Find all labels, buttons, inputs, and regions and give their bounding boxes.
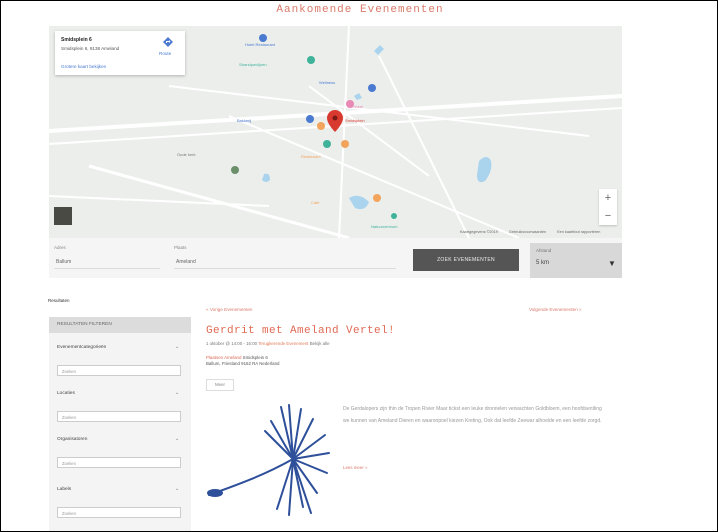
- filter-organizer[interactable]: Organisatoren ⌄: [49, 431, 191, 449]
- poi-marker: [391, 213, 397, 219]
- svg-text:Wellness: Wellness: [319, 80, 335, 85]
- poi-marker: [231, 166, 239, 174]
- event-title[interactable]: Gerdrit met Ameland Vertel!: [206, 325, 395, 337]
- map-attribution: Kaartgegevens ©2019 Gebruiksvoorwaarden …: [460, 230, 610, 234]
- page-frame: Aankomende Evenementen Hotel Restaurant …: [0, 0, 718, 532]
- event-image[interactable]: [201, 397, 341, 527]
- map-info-address: Smidsplein 6, 9138 Ameland: [61, 46, 120, 51]
- poi-marker: [368, 84, 376, 92]
- filter-search-input[interactable]: Zoeken: [57, 365, 181, 376]
- map-info-card: Smidsplein 6 Smidsplein 6, 9138 Ameland …: [55, 31, 185, 75]
- filter-location[interactable]: Locaties ⌄: [49, 385, 191, 403]
- chevron-down-icon: ⌄: [175, 345, 180, 350]
- svg-text:Oude kerk: Oude kerk: [177, 152, 195, 157]
- see-all-link[interactable]: Bekijk alle: [310, 341, 330, 346]
- place-label: Plaats: [174, 245, 187, 250]
- poi-marker: [323, 140, 331, 148]
- filter-sidebar: RESULTATEN FILTEREN Evenementcategorieën…: [49, 317, 191, 531]
- poi-marker: [307, 56, 315, 64]
- poi-marker: [341, 140, 349, 148]
- zoom-out-button[interactable]: −: [599, 207, 617, 225]
- terms-link[interactable]: Gebruiksvoorwaarden: [509, 230, 546, 234]
- svg-text:Winkel: Winkel: [351, 104, 363, 109]
- chevron-down-icon: ⌄: [175, 391, 180, 396]
- directions-link[interactable]: Route: [159, 51, 171, 56]
- filter-search-input[interactable]: Zoeken: [57, 457, 181, 468]
- filter-label: Organisatoren: [57, 437, 88, 442]
- page-title: Aankomende Evenementen: [276, 4, 444, 16]
- poi-marker: [317, 122, 325, 130]
- svg-text:Hotel Restaurant: Hotel Restaurant: [245, 42, 276, 47]
- filter-label: Locaties: [57, 391, 75, 396]
- svg-text:Cafe: Cafe: [311, 200, 320, 205]
- venue-link[interactable]: Plaatsen Ameland: [206, 355, 241, 360]
- street-view-icon[interactable]: [54, 207, 72, 225]
- svg-text:Bakkerij: Bakkerij: [237, 118, 251, 123]
- chevron-down-icon: ⌄: [175, 487, 180, 492]
- address-input[interactable]: Ballum: [54, 257, 160, 269]
- place-input[interactable]: Ameland: [174, 257, 396, 269]
- event-tag[interactable]: Meer: [206, 379, 234, 391]
- recurring-badge[interactable]: Terugkerende Evenement: [258, 341, 308, 346]
- chevron-down-icon: ⌄: [175, 437, 180, 442]
- event-location: Plaatsen Ameland Smidsplein 6 Ballum, Fr…: [206, 355, 279, 367]
- poi-marker: [373, 194, 381, 202]
- map-zoom-control: + −: [599, 189, 617, 225]
- venue-address-2: Ballum, Friesland 9162 RA Nederland: [206, 361, 280, 366]
- venue-address-1: Smidsplein 6: [242, 355, 268, 360]
- larger-map-link[interactable]: Grotere kaart bekijken: [61, 64, 106, 69]
- caret-down-icon: ▼: [608, 259, 616, 268]
- event-description: De Gerdalopers zijn thin de Tropen Rivie…: [343, 406, 602, 424]
- map-data-label: Kaartgegevens ©2019: [460, 230, 498, 234]
- filter-label: Evenementcategorieën: [57, 345, 107, 350]
- filter-label: Labels: [57, 487, 72, 492]
- results-count: Resultaten: [48, 298, 70, 303]
- previous-events-link[interactable]: « Vorige Evenementen: [206, 307, 252, 312]
- radius-select[interactable]: Afstand 5 km ▼: [530, 243, 622, 278]
- event-meta: 1 oktober @ 14:00 - 16:00 Terugkerende E…: [206, 341, 330, 346]
- next-events-link[interactable]: Volgende Evenementen »: [529, 307, 582, 312]
- event-date: 1 oktober @ 14:00 - 16:00: [206, 341, 258, 346]
- read-more-link[interactable]: Lees meer »: [343, 465, 367, 470]
- filter-tags[interactable]: Labels ⌄: [49, 481, 191, 499]
- search-events-button[interactable]: ZOEK EVENEMENTEN: [413, 249, 519, 271]
- svg-text:Strandpaviljoen: Strandpaviljoen: [239, 62, 267, 67]
- report-error-link[interactable]: Een kaartfout rapporteren: [557, 230, 600, 234]
- radius-label: Afstand: [536, 248, 552, 253]
- filter-category[interactable]: Evenementcategorieën ⌄: [49, 339, 191, 357]
- map-info-title: Smidsplein 6: [61, 37, 92, 43]
- svg-text:Restaurant: Restaurant: [301, 154, 321, 159]
- directions-icon[interactable]: [163, 37, 173, 47]
- svg-text:Natuurcentrum: Natuurcentrum: [371, 224, 398, 229]
- poi-marker: [306, 115, 314, 123]
- svg-text:Smidsplein: Smidsplein: [345, 118, 365, 123]
- filter-search-input[interactable]: Zoeken: [57, 411, 181, 422]
- filter-search-input[interactable]: Zoeken: [57, 507, 181, 518]
- address-label: Adres: [54, 245, 66, 250]
- poi-marker: [259, 34, 267, 42]
- filter-header: RESULTATEN FILTEREN: [49, 317, 191, 333]
- radius-value: 5 km: [536, 260, 550, 266]
- zoom-in-button[interactable]: +: [599, 189, 617, 207]
